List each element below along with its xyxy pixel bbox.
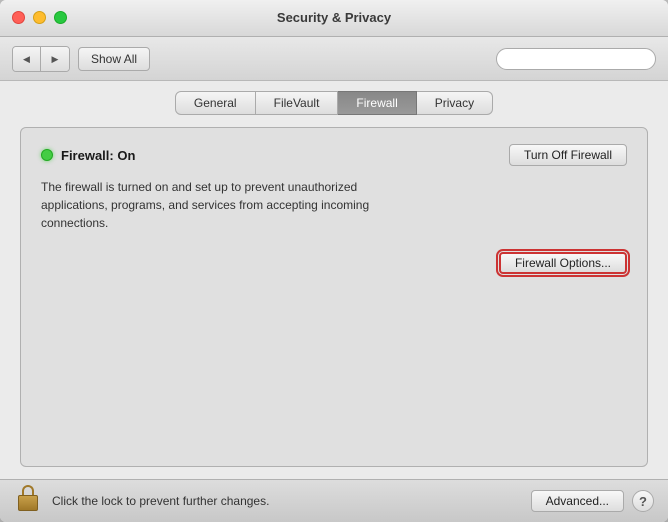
forward-button[interactable] bbox=[41, 47, 69, 71]
advanced-button[interactable]: Advanced... bbox=[531, 490, 624, 512]
tab-firewall[interactable]: Firewall bbox=[338, 91, 416, 115]
show-all-button[interactable]: Show All bbox=[78, 47, 150, 71]
lock-icon[interactable] bbox=[14, 485, 42, 517]
title-bar: Security & Privacy bbox=[0, 0, 668, 37]
window-title: Security & Privacy bbox=[277, 10, 391, 25]
chevron-right-icon bbox=[52, 53, 59, 65]
tabs-bar: General FileVault Firewall Privacy bbox=[0, 81, 668, 115]
firewall-options-row: Firewall Options... bbox=[41, 252, 627, 274]
minimize-button[interactable] bbox=[33, 11, 46, 24]
main-window: Security & Privacy Show All 🔍 General Fi… bbox=[0, 0, 668, 522]
search-input[interactable] bbox=[496, 48, 656, 70]
maximize-button[interactable] bbox=[54, 11, 67, 24]
close-button[interactable] bbox=[12, 11, 25, 24]
firewall-status-label: Firewall: On bbox=[61, 148, 135, 163]
firewall-status-row: Firewall: On Turn Off Firewall bbox=[41, 144, 627, 166]
nav-buttons bbox=[12, 46, 70, 72]
turn-off-firewall-button[interactable]: Turn Off Firewall bbox=[509, 144, 627, 166]
tab-filevault[interactable]: FileVault bbox=[256, 91, 339, 115]
lock-shackle bbox=[22, 485, 34, 495]
toolbar: Show All 🔍 bbox=[0, 37, 668, 82]
lock-body bbox=[18, 495, 38, 511]
traffic-lights bbox=[12, 11, 67, 24]
firewall-status-left: Firewall: On bbox=[41, 148, 135, 163]
lock-label: Click the lock to prevent further change… bbox=[52, 494, 269, 508]
firewall-description: The firewall is turned on and set up to … bbox=[41, 178, 411, 232]
firewall-options-button[interactable]: Firewall Options... bbox=[499, 252, 627, 274]
search-wrapper: 🔍 bbox=[496, 48, 656, 70]
main-content: Firewall: On Turn Off Firewall The firew… bbox=[0, 115, 668, 479]
back-button[interactable] bbox=[13, 47, 41, 71]
status-dot-green bbox=[41, 149, 53, 161]
tab-privacy[interactable]: Privacy bbox=[417, 91, 493, 115]
help-button[interactable]: ? bbox=[632, 490, 654, 512]
chevron-left-icon bbox=[23, 53, 30, 65]
content-panel: Firewall: On Turn Off Firewall The firew… bbox=[20, 127, 648, 467]
bottom-right: Advanced... ? bbox=[531, 490, 654, 512]
tab-general[interactable]: General bbox=[175, 91, 256, 115]
bottom-bar: Click the lock to prevent further change… bbox=[0, 479, 668, 522]
